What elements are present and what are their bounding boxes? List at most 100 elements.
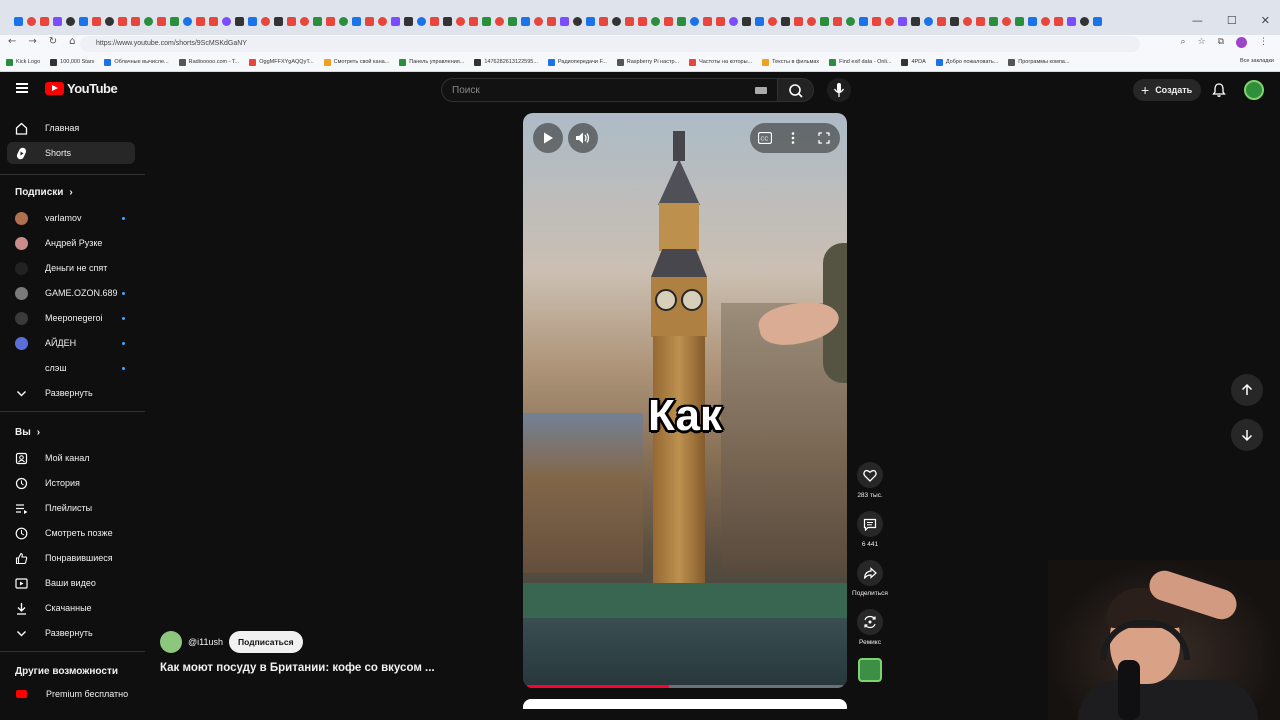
browser-tab-favicon[interactable] <box>339 17 348 26</box>
browser-tab-favicon[interactable] <box>703 17 712 26</box>
sidebar-item-watch-later[interactable]: Смотреть позже <box>7 522 135 544</box>
create-button[interactable]: + Создать <box>1133 79 1201 101</box>
browser-tab-favicon[interactable] <box>157 17 166 26</box>
remix-button[interactable] <box>857 609 883 635</box>
browser-tab-favicon[interactable] <box>313 17 322 26</box>
browser-tab-favicon[interactable] <box>430 17 439 26</box>
bookmark-item[interactable]: Добро пожаловать... <box>935 58 998 66</box>
browser-tab-favicon[interactable] <box>144 17 153 26</box>
browser-tab-favicon[interactable] <box>820 17 829 26</box>
channel-avatar[interactable] <box>160 631 182 653</box>
short-video-player[interactable]: Как CC <box>523 113 847 688</box>
previous-short-button[interactable] <box>1231 374 1263 406</box>
minimize-icon[interactable]: — <box>1192 14 1203 27</box>
channel-handle[interactable]: @i11ush <box>188 637 223 647</box>
browser-tab-favicon[interactable] <box>248 17 257 26</box>
youtube-logo[interactable]: YouTube <box>45 81 118 96</box>
back-icon[interactable]: ← <box>8 36 16 47</box>
comments-button[interactable] <box>857 511 883 537</box>
url-field[interactable]: https://www.youtube.com/shorts/9ScMSKdGa… <box>80 36 1140 52</box>
browser-tab-favicon[interactable] <box>612 17 621 26</box>
browser-tab-favicon[interactable] <box>677 17 686 26</box>
bookmark-item[interactable]: Raspberry Pi настр... <box>616 58 679 66</box>
browser-tab-favicon[interactable] <box>1054 17 1063 26</box>
menu-icon[interactable] <box>16 83 28 93</box>
browser-tab-favicon[interactable] <box>898 17 907 26</box>
browser-tab-favicon[interactable] <box>1080 17 1089 26</box>
bookmark-item[interactable]: Программы компа... <box>1008 58 1069 66</box>
browser-tab-favicon[interactable] <box>456 17 465 26</box>
browser-tab-favicon[interactable] <box>118 17 127 26</box>
you-header[interactable]: Вы › <box>15 427 40 438</box>
browser-tab-favicon[interactable] <box>183 17 192 26</box>
browser-tab-favicon[interactable] <box>924 17 933 26</box>
profile-avatar[interactable] <box>1236 37 1247 48</box>
browser-tab-favicon[interactable] <box>729 17 738 26</box>
browser-tab-favicon[interactable] <box>404 17 413 26</box>
browser-tab-favicon[interactable] <box>235 17 244 26</box>
browser-tab-favicon[interactable] <box>131 17 140 26</box>
maximize-icon[interactable]: ☐ <box>1227 14 1237 27</box>
browser-tab-favicon[interactable] <box>560 17 569 26</box>
browser-tab-favicon[interactable] <box>417 17 426 26</box>
extensions-icon[interactable]: ⧉ <box>1218 37 1224 48</box>
browser-tab-favicon[interactable] <box>989 17 998 26</box>
browser-tab-favicon[interactable] <box>79 17 88 26</box>
browser-tab-favicon[interactable] <box>690 17 699 26</box>
browser-tab-favicon[interactable] <box>170 17 179 26</box>
sidebar-item-your-videos[interactable]: Ваши видео <box>7 572 135 594</box>
account-avatar[interactable] <box>1244 80 1264 100</box>
all-bookmarks[interactable]: Все закладки <box>1240 58 1274 64</box>
sidebar-item-playlists[interactable]: Плейлисты <box>7 497 135 519</box>
browser-tab-favicon[interactable] <box>443 17 452 26</box>
sidebar-subscription-item[interactable]: Андрей Рузке <box>7 232 135 254</box>
browser-tab-favicon[interactable] <box>937 17 946 26</box>
browser-tab-favicon[interactable] <box>976 17 985 26</box>
browser-tab-favicon[interactable] <box>742 17 751 26</box>
expand-subscriptions-button[interactable]: Развернуть <box>7 382 135 404</box>
browser-tab-favicon[interactable] <box>573 17 582 26</box>
bookmark-item[interactable]: Тексты в фильмах <box>762 58 819 66</box>
bookmark-item[interactable]: 100,000 Stars <box>50 58 94 66</box>
sidebar-item-like[interactable]: Понравившиеся <box>7 547 135 569</box>
browser-tab-favicon[interactable] <box>378 17 387 26</box>
browser-tab-favicon[interactable] <box>222 17 231 26</box>
browser-tab-favicon[interactable] <box>794 17 803 26</box>
browser-tab-favicon[interactable] <box>92 17 101 26</box>
browser-tab-favicon[interactable] <box>625 17 634 26</box>
sound-thumbnail[interactable] <box>858 658 882 682</box>
sidebar-subscription-item[interactable]: АЙДЕН <box>7 332 135 354</box>
next-short-preview[interactable] <box>523 699 847 709</box>
share-button[interactable] <box>857 560 883 586</box>
sidebar-item-shorts[interactable]: Shorts <box>7 142 135 164</box>
browser-tab-favicon[interactable] <box>1028 17 1037 26</box>
sidebar-subscription-item[interactable]: слэш <box>7 357 135 379</box>
voice-search-button[interactable] <box>827 78 851 102</box>
browser-tab-favicon[interactable] <box>846 17 855 26</box>
browser-tab-favicon[interactable] <box>521 17 530 26</box>
browser-tab-favicon[interactable] <box>105 17 114 26</box>
browser-tab-favicon[interactable] <box>716 17 725 26</box>
bookmark-item[interactable]: Radiooooo.com - T... <box>178 58 239 66</box>
sidebar-item-channel[interactable]: Мой канал <box>7 447 135 469</box>
bookmark-item[interactable]: Облачные вычисле... <box>104 58 169 66</box>
expand-you-button[interactable]: Развернуть <box>7 622 135 644</box>
subscribe-button[interactable]: Подписаться <box>229 631 303 653</box>
bookmark-item[interactable]: Частоты на которы... <box>689 58 752 66</box>
search-button[interactable] <box>778 78 814 102</box>
next-short-button[interactable] <box>1231 419 1263 451</box>
browser-tab-favicon[interactable] <box>482 17 491 26</box>
sidebar-subscription-item[interactable]: Деньги не спят <box>7 257 135 279</box>
browser-tab-favicon[interactable] <box>950 17 959 26</box>
short-title[interactable]: Как моют посуду в Британии: кофе со вкус… <box>160 662 435 674</box>
browser-tab-favicon[interactable] <box>885 17 894 26</box>
browser-tab-favicon[interactable] <box>300 17 309 26</box>
browser-tab-favicon[interactable] <box>833 17 842 26</box>
browser-tab-favicon[interactable] <box>1002 17 1011 26</box>
browser-tab-favicon[interactable] <box>755 17 764 26</box>
browser-tab-favicon[interactable] <box>261 17 270 26</box>
browser-tab-favicon[interactable] <box>326 17 335 26</box>
browser-tab-favicon[interactable] <box>196 17 205 26</box>
browser-tab-favicon[interactable] <box>1093 17 1102 26</box>
browser-tab-favicon[interactable] <box>1015 17 1024 26</box>
